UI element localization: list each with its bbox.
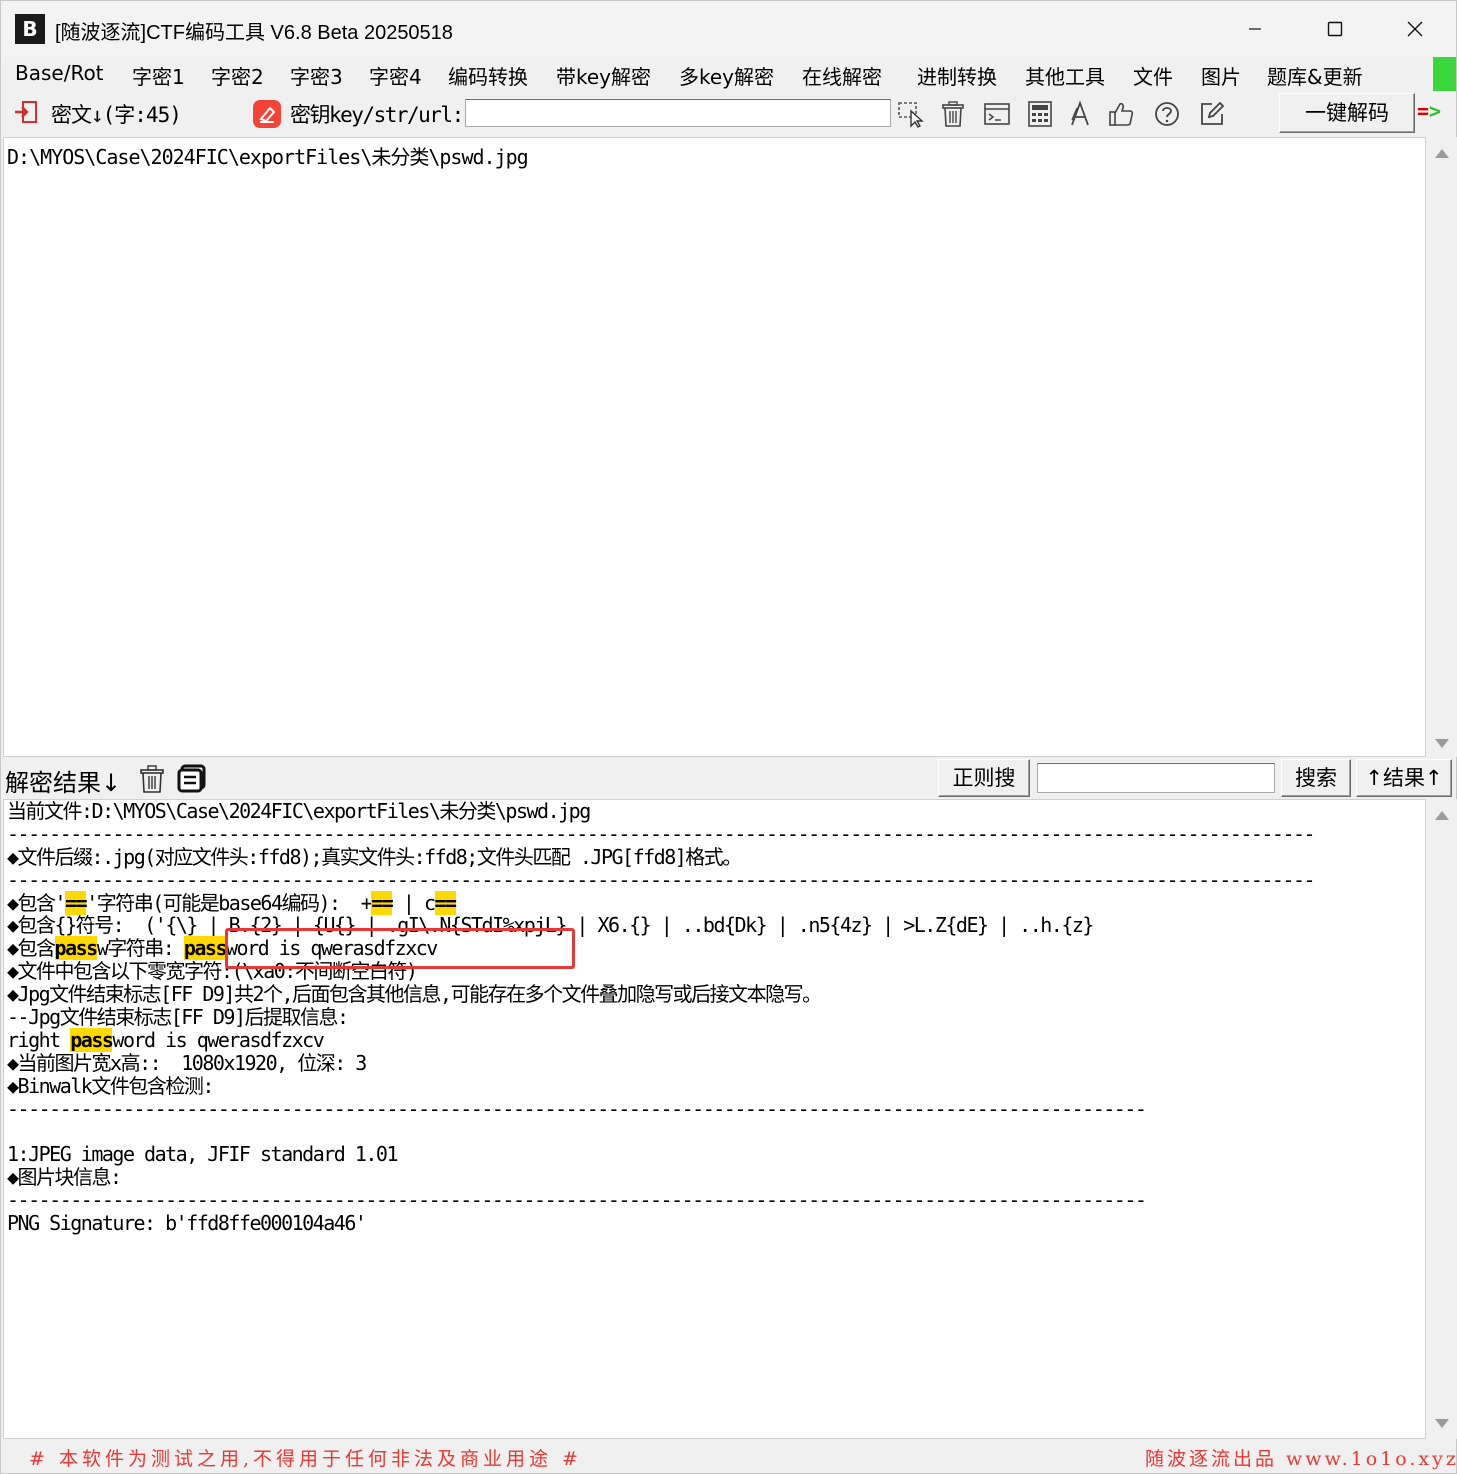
thumbs-up-icon[interactable] [1105,99,1137,129]
key-input[interactable] [465,99,891,127]
menu-key-decrypt[interactable]: 带key解密 [556,61,651,90]
terminal-icon[interactable] [981,99,1013,129]
result-header-bar: 解密结果↓ 正则搜 搜索 ↑结果↑ [1,757,1456,799]
text-span: '字符串(可能是base64编码): + [86,890,373,915]
result-line-base64: ◆包含'=='字符串(可能是base64编码): +== | c== [7,890,1314,915]
result-lines: 当前文件:D:\MYOS\Case\2024FIC\exportFiles\未分… [7,799,1316,1236]
app-logo-icon: B [15,14,45,44]
highlight: pass [183,936,228,961]
menu-base-rot[interactable]: Base/Rot [15,61,104,85]
result-line-jpg-end: ◆Jpg文件结束标志[FF D9]共2个,后面包含其他信息,可能存在多个文件叠加… [7,982,822,1007]
cipher-label: 密文↓(字:45) [51,103,182,127]
cipher-text: D:\MYOS\Case\2024FIC\exportFiles\未分类\psw… [7,145,529,169]
eraser-icon[interactable] [252,99,282,129]
result-separator: ----------------------------------------… [7,1096,1147,1121]
minimize-button[interactable] [1215,1,1295,57]
search-input[interactable] [1037,763,1275,793]
scroll-up-arrow-icon[interactable] [1435,811,1449,820]
import-icon[interactable] [13,100,39,126]
key-label: 密钥key/str/url: [290,103,464,127]
maximize-icon [1327,21,1343,37]
menu-zimi3[interactable]: 字密3 [290,61,343,90]
result-separator: ----------------------------------------… [7,1188,1147,1213]
edit-icon[interactable] [1196,99,1228,129]
text-span: | c [392,890,436,915]
menu-zimi1[interactable]: 字密1 [132,61,185,90]
result-line-binwalk: ◆Binwalk文件包含检测: [7,1073,214,1098]
close-button[interactable] [1375,1,1455,57]
menu-online-decrypt[interactable]: 在线解密 [802,61,882,90]
menu-bar: Base/Rot 字密1 字密2 字密3 字密4 编码转换 带key解密 多ke… [1,57,1456,91]
result-line-image-size: ◆当前图片宽x高:: 1080x1920, 位深: 3 [7,1050,367,1075]
help-icon[interactable] [1151,99,1183,129]
result-textarea[interactable]: 当前文件:D:\MYOS\Case\2024FIC\exportFiles\未分… [3,799,1426,1439]
text-span: w字符串: [96,936,184,961]
result-line-current-file: 当前文件:D:\MYOS\Case\2024FIC\exportFiles\未分… [7,799,591,823]
menu-file[interactable]: 文件 [1133,61,1173,90]
result-line-suffix: ◆文件后缀:.jpg(对应文件头:ffd8);真实文件头:ffd8;文件头匹配 … [7,844,742,869]
clear-result-trash-icon[interactable] [138,764,166,794]
highlight: == [371,890,394,915]
annotation-highlight-box [225,928,575,969]
maximize-button[interactable] [1295,1,1375,57]
highlight: == [65,890,88,915]
menu-zimi2[interactable]: 字密2 [211,61,264,90]
text-span: word is qwerasdfzxcv [112,1027,324,1052]
font-a-icon[interactable] [1064,99,1096,129]
go-arrow-red: = [1417,99,1430,123]
result-to-input-button[interactable]: ↑结果↑ [1356,759,1452,797]
highlight: == [434,890,457,915]
trash-icon[interactable] [937,99,969,129]
result-label: 解密结果↓ [5,769,122,797]
result-separator: ----------------------------------------… [7,867,1316,892]
save-result-icon[interactable] [177,763,207,793]
cursor-select-icon[interactable] [895,99,927,129]
highlight: pass [54,936,98,961]
one-click-decode-button[interactable]: 一键解码 [1279,93,1415,133]
status-indicator [1433,57,1456,91]
go-arrow-green: > [1429,99,1442,123]
close-icon [1407,21,1423,37]
result-line-jpg-extract: --Jpg文件结束标志[FF D9]后提取信息: [7,1005,349,1030]
minimize-icon [1249,28,1261,30]
result-line-block-info: ◆图片块信息: [7,1165,122,1190]
result-line-png-signature: PNG Signature: b'ffd8ffe000104a46' [7,1211,367,1236]
menu-other-tools[interactable]: 其他工具 [1025,61,1105,90]
cipher-textarea[interactable]: D:\MYOS\Case\2024FIC\exportFiles\未分类\psw… [3,137,1426,757]
author-link[interactable]: 随波逐流出品 www.1o1o.xyz [1145,1444,1457,1471]
menu-base-convert[interactable]: 进制转换 [917,61,997,90]
result-line-zero-width: ◆文件中包含以下零宽字符:(\xa0:不间断空白符) [7,959,418,984]
text-span: right [7,1027,71,1052]
disclaimer-text: # 本软件为测试之用,不得用于任何非法及商业用途 # [29,1448,582,1470]
result-separator: ----------------------------------------… [7,821,1316,846]
menu-zimi4[interactable]: 字密4 [369,61,422,90]
menu-image[interactable]: 图片 [1201,61,1241,90]
status-bar: # 本软件为测试之用,不得用于任何非法及商业用途 # 随波逐流出品 www.1o… [1,1439,1456,1473]
result-line-pass: ◆包含passw字符串: password is qwerasdfzxcv [7,936,1314,961]
result-line-jpeg: 1:JPEG image data, JFIF standard 1.01 [7,1142,399,1167]
result-scrollbar[interactable] [1427,799,1457,1439]
result-line-braces: ◆包含{}符号: ('{\} | B.{2} | {U{} | .gI\.N{S… [7,913,1094,938]
scroll-up-arrow-icon[interactable] [1435,149,1449,158]
scroll-down-arrow-icon[interactable] [1435,739,1449,748]
regex-search-button[interactable]: 正则搜 [938,759,1030,797]
result-line-right-password: right password is qwerasdfzxcv [7,1027,1314,1052]
scroll-down-arrow-icon[interactable] [1435,1419,1449,1428]
result-line-blank [7,1120,1314,1143]
menu-encoding-convert[interactable]: 编码转换 [448,61,528,90]
text-span: ◆包含 [7,936,56,961]
cipher-scrollbar[interactable] [1427,137,1457,757]
search-button[interactable]: 搜索 [1281,759,1351,797]
window-title: [随波逐流]CTF编码工具 V6.8 Beta 20250518 [55,22,453,44]
app-window: B [随波逐流]CTF编码工具 V6.8 Beta 20250518 Base/… [0,0,1457,1474]
calculator-icon[interactable] [1024,99,1056,129]
toolbar: 密文↓(字:45) 密钥key/str/url: 一键解码 => [1,91,1456,135]
menu-multikey-decrypt[interactable]: 多key解密 [679,61,774,90]
text-span: ◆包含' [7,890,67,915]
title-bar: B [随波逐流]CTF编码工具 V6.8 Beta 20250518 [1,1,1456,57]
menu-question-bank-update[interactable]: 题库&更新 [1267,61,1363,90]
highlight: pass [70,1027,114,1052]
go-arrow-button[interactable]: => [1417,99,1441,123]
